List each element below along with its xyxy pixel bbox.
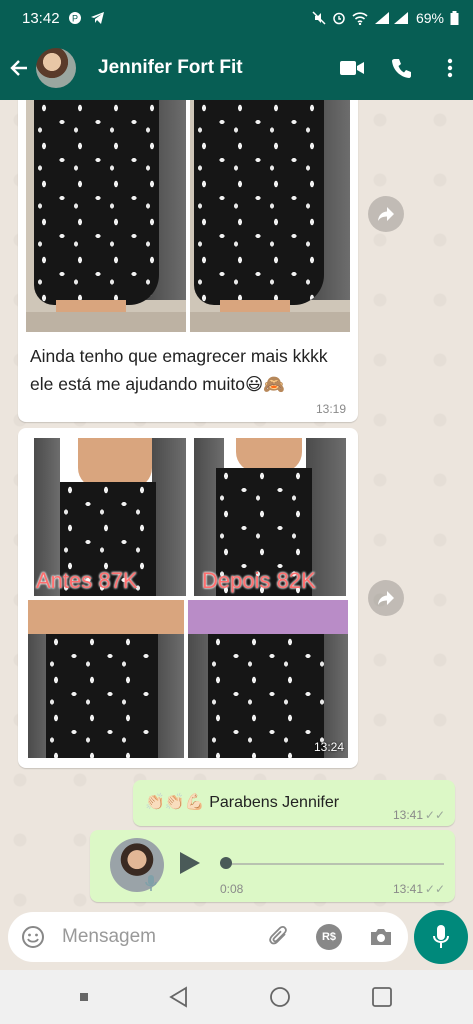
message-time: 13:41: [392, 808, 423, 822]
mic-badge-icon: [145, 875, 157, 891]
video-camera-icon: [340, 61, 364, 75]
back-button[interactable]: [2, 36, 36, 100]
message-text: ele está me ajudando muito😃🙈: [30, 374, 286, 394]
nav-home-icon[interactable]: [269, 986, 291, 1008]
message-bubble-incoming[interactable]: Ainda tenho que emagrecer mais kkkk ele …: [18, 100, 358, 422]
audio-message-bubble[interactable]: 0:08 13:41 ✓✓: [90, 830, 455, 902]
before-label: Antes 87K: [36, 568, 138, 593]
photo-thumbnail[interactable]: [190, 100, 350, 332]
emoji-button[interactable]: [16, 920, 50, 954]
voice-call-button[interactable]: [377, 36, 427, 100]
camera-icon: [371, 929, 391, 945]
nav-recents-icon[interactable]: [371, 986, 393, 1008]
wifi-icon: [352, 12, 368, 25]
system-navigation-bar: [0, 970, 473, 1024]
paperclip-icon: [269, 925, 287, 945]
read-receipt-icon: ✓✓: [424, 882, 445, 896]
nav-back-icon[interactable]: [168, 986, 190, 1008]
voice-record-button[interactable]: [414, 910, 468, 964]
signal-icon: [374, 12, 408, 24]
message-bubble-outgoing[interactable]: 👏🏻👏🏻💪🏻 Parabens Jennifer 13:41 ✓✓: [133, 780, 455, 826]
mute-icon: [312, 11, 326, 25]
chat-header: Jennifer Fort Fit: [0, 36, 473, 100]
audio-duration: 0:08: [220, 882, 244, 896]
play-button[interactable]: [176, 850, 202, 876]
audio-progress-track[interactable]: [224, 863, 444, 865]
forward-arrow-icon: [378, 207, 394, 221]
more-vert-icon: [447, 58, 453, 78]
battery-icon: [450, 11, 459, 25]
chat-area[interactable]: Ainda tenho que emagrecer mais kkkk ele …: [0, 100, 473, 912]
collage-image[interactable]: Antes 87K Depois 82K 13:24: [26, 436, 350, 760]
microphone-icon: [433, 925, 449, 948]
forward-button[interactable]: [368, 196, 404, 232]
after-label: Depois 82K: [202, 568, 316, 593]
status-bar: 13:42 P 69%: [0, 0, 473, 36]
emoji-icon: [22, 926, 44, 948]
camera-button[interactable]: [366, 922, 396, 952]
video-call-button[interactable]: [327, 36, 377, 100]
contact-avatar[interactable]: [36, 48, 76, 88]
message-time: 13:19: [315, 402, 346, 416]
battery-level: 69%: [415, 10, 444, 26]
currency-label: R$: [321, 931, 337, 943]
svg-text:P: P: [72, 14, 78, 24]
read-receipt-icon: ✓✓: [424, 808, 445, 822]
contact-name[interactable]: Jennifer Fort Fit: [98, 57, 327, 79]
message-input[interactable]: [62, 926, 262, 948]
photo-thumbnail[interactable]: [26, 100, 186, 332]
notification-icon: P: [68, 12, 81, 24]
menu-button[interactable]: [427, 36, 473, 100]
status-time: 13:42: [22, 9, 60, 27]
play-icon: [180, 852, 200, 874]
message-composer: R$: [8, 912, 408, 962]
payment-button[interactable]: R$: [316, 924, 342, 950]
audio-seek-handle[interactable]: [220, 857, 232, 869]
message-text: 👏🏻👏🏻💪🏻 Parabens Jennifer: [145, 794, 340, 811]
message-text: Ainda tenho que emagrecer mais kkkk: [30, 346, 328, 366]
forward-button[interactable]: [368, 580, 404, 616]
phone-icon: [392, 59, 411, 78]
message-bubble-incoming[interactable]: Antes 87K Depois 82K 13:24: [18, 428, 358, 768]
message-time: 13:24: [313, 740, 344, 754]
attach-button[interactable]: [264, 922, 294, 952]
telegram-icon: [90, 12, 104, 24]
nav-menu-button[interactable]: [79, 993, 88, 1001]
back-arrow-icon: [10, 60, 27, 76]
message-time: 13:41: [392, 882, 423, 896]
alarm-icon: [333, 12, 345, 25]
forward-arrow-icon: [378, 591, 394, 605]
